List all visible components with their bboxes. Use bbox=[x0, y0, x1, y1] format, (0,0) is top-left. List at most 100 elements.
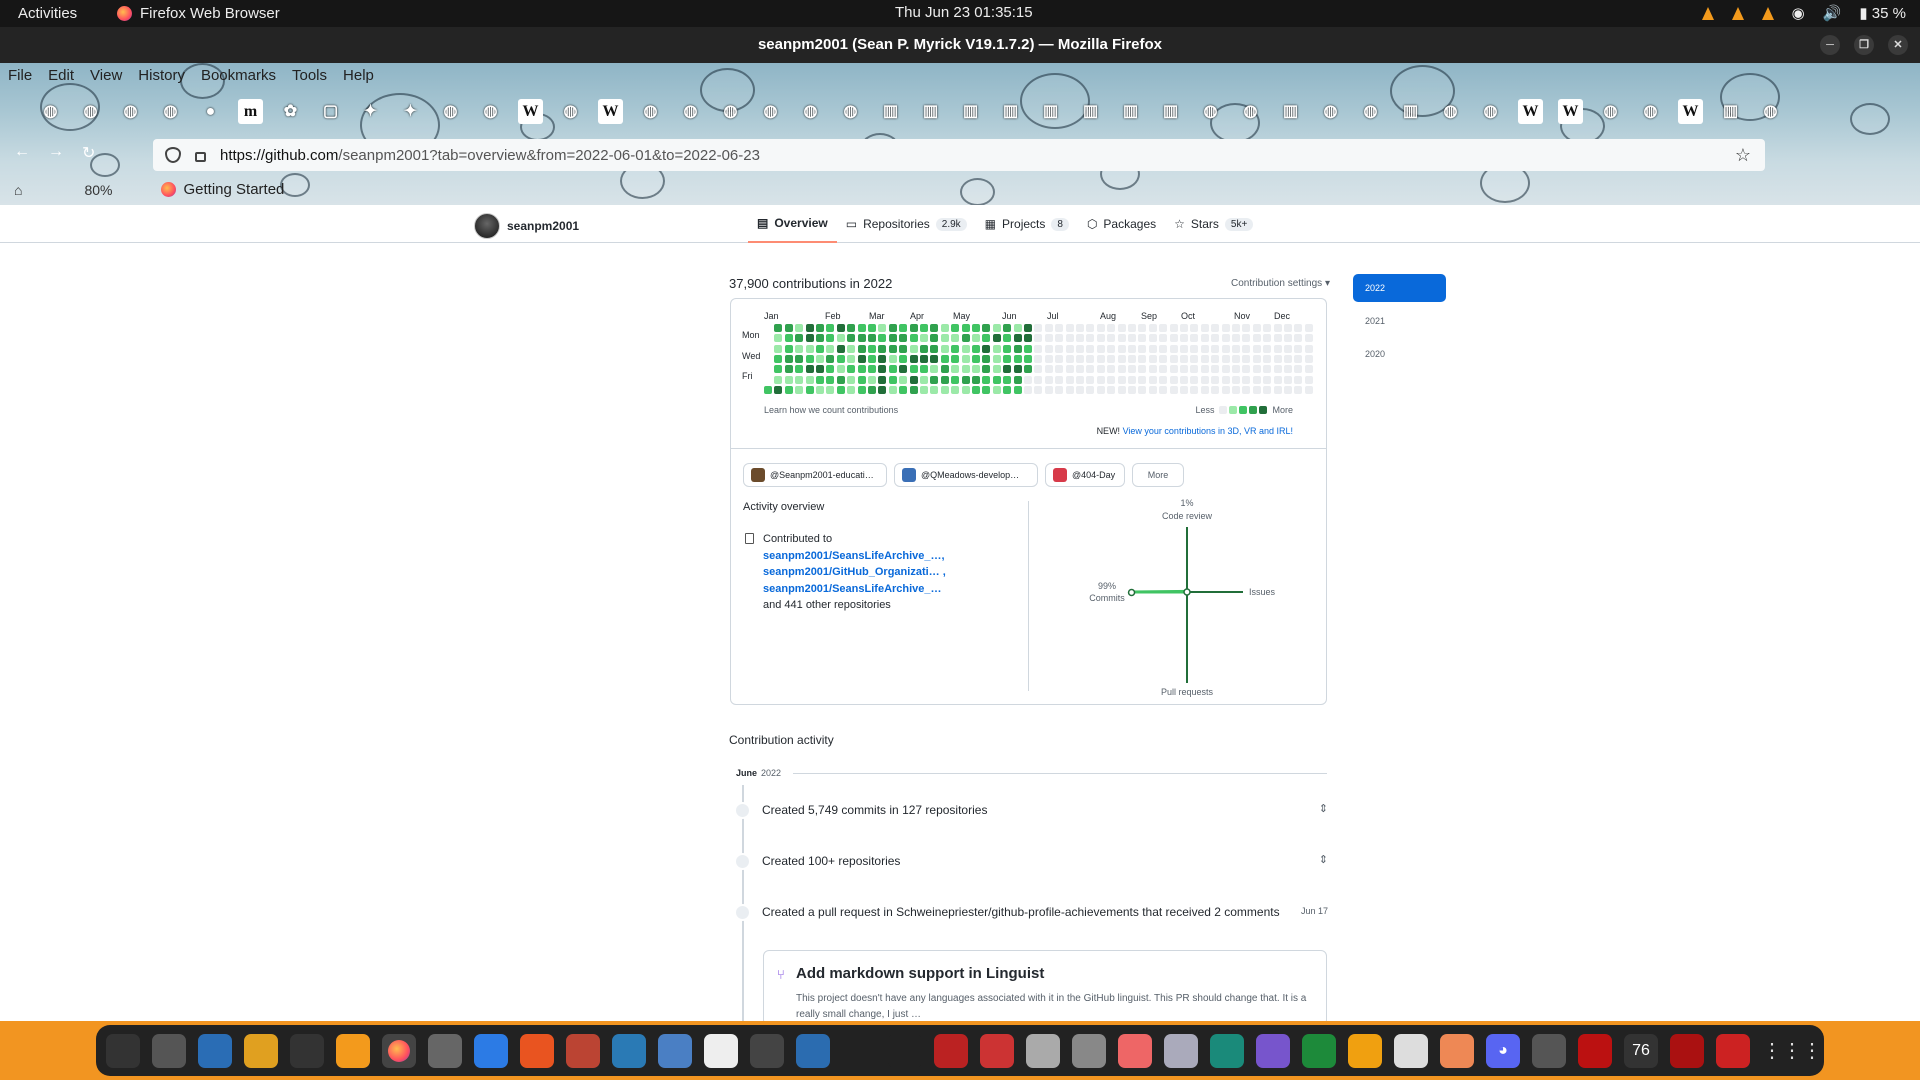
contribution-day[interactable] bbox=[1076, 375, 1084, 384]
contribution-day[interactable] bbox=[920, 344, 928, 353]
contribution-day[interactable] bbox=[1190, 344, 1199, 353]
contribution-day[interactable] bbox=[992, 344, 1001, 353]
contribution-day[interactable] bbox=[1148, 334, 1157, 343]
contribution-day[interactable] bbox=[1221, 385, 1230, 394]
github-icon[interactable]: ◍ bbox=[78, 99, 103, 124]
contribution-day[interactable] bbox=[1055, 334, 1064, 343]
contribution-day[interactable] bbox=[951, 365, 960, 374]
contribution-day[interactable] bbox=[1221, 365, 1230, 374]
contribution-day[interactable] bbox=[1003, 375, 1012, 384]
contribution-day[interactable] bbox=[1128, 324, 1136, 332]
contribution-day[interactable] bbox=[1180, 324, 1188, 332]
contribution-day[interactable] bbox=[1304, 324, 1313, 332]
github-icon[interactable]: ◍ bbox=[1438, 99, 1463, 124]
contribution-day[interactable] bbox=[1138, 324, 1147, 332]
app-menu[interactable]: Firefox Web Browser bbox=[117, 5, 280, 22]
contribution-day[interactable] bbox=[836, 334, 845, 343]
contribution-day[interactable] bbox=[961, 375, 970, 384]
contribution-day[interactable] bbox=[982, 324, 991, 332]
contribution-day[interactable] bbox=[1190, 375, 1199, 384]
contribution-day[interactable] bbox=[961, 365, 970, 374]
github-icon[interactable]: ◍ bbox=[798, 99, 823, 124]
contribution-day[interactable] bbox=[961, 354, 970, 363]
contribution-day[interactable] bbox=[1076, 324, 1084, 332]
contribution-day[interactable] bbox=[1013, 385, 1022, 394]
contribution-day[interactable] bbox=[878, 354, 887, 363]
contribution-day[interactable] bbox=[1304, 375, 1313, 384]
vlc-icon[interactable] bbox=[1761, 6, 1774, 20]
contribution-day[interactable] bbox=[816, 375, 824, 384]
contribution-day[interactable] bbox=[1232, 385, 1240, 394]
contribution-day[interactable] bbox=[868, 354, 876, 363]
contribution-day[interactable] bbox=[1180, 354, 1188, 363]
contribution-day[interactable] bbox=[899, 324, 908, 332]
contribution-day[interactable] bbox=[992, 385, 1001, 394]
contribution-day[interactable] bbox=[982, 334, 991, 343]
color-icon[interactable] bbox=[1118, 1033, 1152, 1068]
contribution-day[interactable] bbox=[1200, 365, 1209, 374]
contribution-day[interactable] bbox=[940, 375, 949, 384]
contribution-day[interactable] bbox=[909, 375, 918, 384]
contribution-day[interactable] bbox=[795, 354, 804, 363]
contribution-day[interactable] bbox=[795, 324, 804, 332]
wikipedia-icon[interactable]: W bbox=[1518, 99, 1543, 124]
contribution-day[interactable] bbox=[972, 344, 980, 353]
contribution-day[interactable] bbox=[1211, 375, 1220, 384]
contribution-day[interactable] bbox=[1190, 365, 1199, 374]
contribution-day[interactable] bbox=[1096, 334, 1105, 343]
github-icon[interactable]: ◍ bbox=[678, 99, 703, 124]
contribution-day[interactable] bbox=[1034, 354, 1043, 363]
contribution-day[interactable] bbox=[972, 334, 980, 343]
contribution-day[interactable] bbox=[1200, 344, 1209, 353]
contribution-day[interactable] bbox=[1159, 334, 1168, 343]
contribution-day[interactable] bbox=[795, 375, 804, 384]
contribution-day[interactable] bbox=[1252, 365, 1261, 374]
contribution-day[interactable] bbox=[1003, 385, 1012, 394]
contribution-day[interactable] bbox=[930, 334, 939, 343]
text-editor-icon[interactable] bbox=[612, 1033, 646, 1068]
github-icon[interactable]: ◍ bbox=[438, 99, 463, 124]
emulator-icon[interactable] bbox=[1670, 1033, 1704, 1068]
contribution-day[interactable] bbox=[930, 344, 939, 353]
contribution-day[interactable] bbox=[1221, 375, 1230, 384]
contribution-day[interactable] bbox=[972, 385, 980, 394]
contribution-day[interactable] bbox=[940, 385, 949, 394]
contribution-day[interactable] bbox=[764, 385, 772, 394]
contribution-day[interactable] bbox=[1044, 344, 1053, 353]
contribution-day[interactable] bbox=[1242, 334, 1251, 343]
contribution-day[interactable] bbox=[1086, 344, 1095, 353]
contribution-day[interactable] bbox=[1128, 365, 1136, 374]
github-icon[interactable]: ◍ bbox=[1318, 99, 1343, 124]
contribution-day[interactable] bbox=[1044, 354, 1053, 363]
contribution-day[interactable] bbox=[1159, 365, 1168, 374]
help-icon[interactable] bbox=[474, 1033, 508, 1068]
github-icon[interactable]: ◍ bbox=[838, 99, 863, 124]
contribution-day[interactable] bbox=[1284, 324, 1292, 332]
contribution-day[interactable] bbox=[982, 375, 991, 384]
contribution-day[interactable] bbox=[1211, 344, 1220, 353]
contribution-day[interactable] bbox=[1190, 324, 1199, 332]
contribution-day[interactable] bbox=[774, 385, 783, 394]
virtualbox-icon[interactable] bbox=[796, 1033, 830, 1068]
contribution-day[interactable] bbox=[1190, 334, 1199, 343]
expand-icon[interactable]: ⇕ bbox=[1319, 802, 1328, 815]
contribution-day[interactable] bbox=[1034, 375, 1043, 384]
contribution-day[interactable] bbox=[784, 324, 793, 332]
contribution-day[interactable] bbox=[1232, 365, 1240, 374]
contribution-day[interactable] bbox=[1190, 354, 1199, 363]
menu-file[interactable]: File bbox=[8, 67, 32, 84]
archive-icon[interactable]: ▥ bbox=[998, 99, 1023, 124]
settings2-icon[interactable] bbox=[658, 1033, 692, 1068]
mario-icon[interactable] bbox=[980, 1033, 1014, 1068]
contribution-day[interactable] bbox=[1180, 334, 1188, 343]
contribution-day[interactable] bbox=[1086, 324, 1095, 332]
contribution-day[interactable] bbox=[1086, 385, 1095, 394]
contribution-day[interactable] bbox=[857, 354, 866, 363]
contribution-day[interactable] bbox=[805, 334, 814, 343]
present-icon[interactable] bbox=[1440, 1033, 1474, 1068]
contribution-day[interactable] bbox=[836, 344, 845, 353]
contribution-day[interactable] bbox=[826, 324, 835, 332]
github-icon[interactable]: ◍ bbox=[1358, 99, 1383, 124]
github-icon[interactable]: ◍ bbox=[1598, 99, 1623, 124]
org-filter[interactable]: @404-Day bbox=[1045, 463, 1125, 487]
